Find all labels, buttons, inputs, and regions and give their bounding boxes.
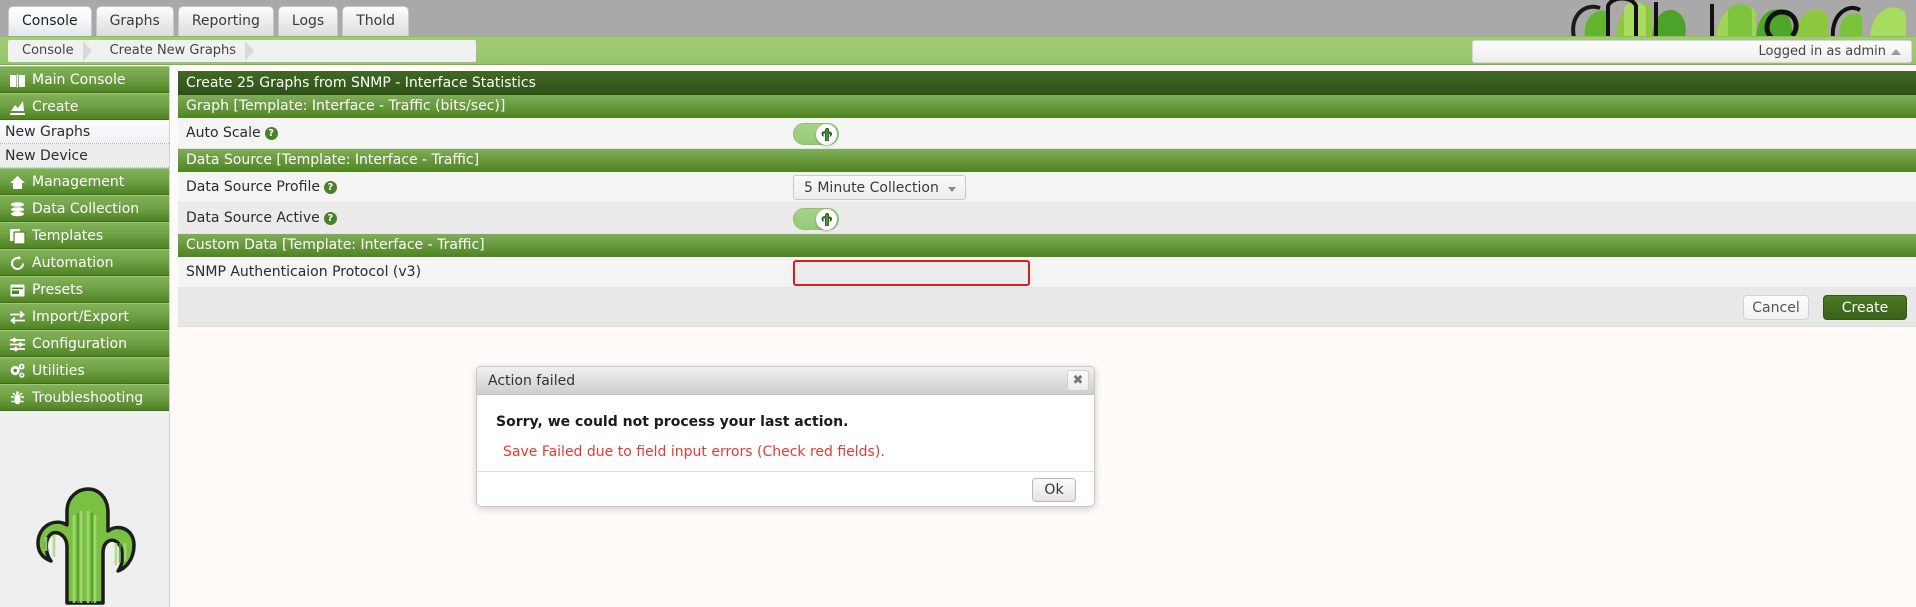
toggle-knob — [816, 123, 837, 145]
dialog-footer: Ok — [477, 471, 1094, 507]
copy-icon — [9, 228, 26, 245]
logged-in-user-menu[interactable]: Logged in as admin — [1472, 40, 1912, 63]
chevron-down-icon — [947, 187, 956, 192]
tab-logs[interactable]: Logs — [277, 6, 339, 36]
form-action-bar: Cancel Create — [178, 288, 1916, 327]
book-icon — [9, 72, 26, 89]
chevron-up-icon — [1891, 48, 1901, 55]
data-source-profile-select[interactable]: 5 Minute Collection — [793, 175, 966, 200]
action-failed-dialog: Action failed ✖ Sorry, we could not proc… — [476, 366, 1095, 507]
sliders-icon — [9, 336, 26, 353]
section-header-graph: Graph [Template: Interface - Traffic (bi… — [178, 95, 1916, 118]
data-source-active-label: Data Source Active? — [186, 203, 337, 234]
window-icon — [9, 282, 26, 299]
data-source-active-toggle[interactable] — [793, 207, 839, 230]
row-label-text: Data Source Active — [186, 210, 320, 226]
create-graphs-panel: Create 25 Graphs from SNMP - Interface S… — [178, 71, 1916, 327]
section-header-custom-data: Custom Data [Template: Interface - Traff… — [178, 234, 1916, 257]
sidebar-item-label: Management — [32, 174, 125, 190]
cactus-icon — [821, 212, 832, 226]
form-row-data-source-active: Data Source Active? — [178, 203, 1916, 234]
form-row-snmp-auth-protocol: SNMP Authenticaion Protocol (v3) — [178, 257, 1916, 288]
snmp-auth-protocol-label: SNMP Authenticaion Protocol (v3) — [186, 264, 422, 280]
cactus-icon — [821, 127, 832, 141]
refresh-icon — [9, 255, 26, 272]
breadcrumb: Console Create New Graphs — [8, 40, 476, 62]
sidebar-item-data-collection[interactable]: Data Collection — [0, 195, 169, 222]
tab-reporting[interactable]: Reporting — [177, 6, 274, 36]
sidebar-item-presets[interactable]: Presets — [0, 276, 169, 303]
help-icon[interactable]: ? — [264, 126, 278, 140]
main-tabs[interactable]: Console Graphs Reporting Logs Thold — [8, 6, 409, 36]
gears-icon — [9, 363, 26, 380]
cactus-banner-image — [1456, 0, 1916, 36]
dialog-header: Action failed ✖ — [477, 367, 1094, 395]
tab-thold[interactable]: Thold — [342, 6, 409, 36]
form-row-auto-scale: Auto Scale? — [178, 118, 1916, 149]
cancel-button[interactable]: Cancel — [1743, 295, 1809, 320]
cactus-logo — [0, 479, 169, 607]
sidebar-item-new-graphs[interactable]: New Graphs — [0, 120, 169, 144]
dialog-error-message: Save Failed due to field input errors (C… — [503, 444, 885, 460]
sidebar-item-label: Configuration — [32, 336, 127, 352]
sidebar-item-configuration[interactable]: Configuration — [0, 330, 169, 357]
sidebar-item-create[interactable]: Create — [0, 93, 169, 120]
sidebar-item-label: Templates — [32, 228, 104, 244]
auto-scale-label: Auto Scale? — [186, 118, 278, 149]
help-icon[interactable]: ? — [323, 211, 337, 225]
snmp-auth-protocol-control — [793, 257, 1030, 288]
chart-icon — [9, 99, 26, 116]
sidebar-item-label: Automation — [32, 255, 114, 271]
create-button[interactable]: Create — [1823, 295, 1907, 320]
tab-console[interactable]: Console — [8, 6, 92, 36]
auto-scale-control — [793, 118, 839, 149]
sidebar-item-import-export[interactable]: Import/Export — [0, 303, 169, 330]
data-source-profile-label: Data Source Profile? — [186, 172, 337, 203]
sidebar-item-label: Presets — [32, 282, 83, 298]
select-value: 5 Minute Collection — [804, 180, 939, 196]
database-icon — [9, 201, 26, 218]
sidebar-item-main-console[interactable]: Main Console — [0, 66, 169, 93]
ok-button[interactable]: Ok — [1032, 478, 1076, 502]
sidebar-item-templates[interactable]: Templates — [0, 222, 169, 249]
row-label-text: Auto Scale — [186, 125, 261, 141]
row-label-text: Data Source Profile — [186, 179, 320, 195]
bug-icon — [9, 390, 26, 407]
sidebar-item-automation[interactable]: Automation — [0, 249, 169, 276]
dialog-message: Sorry, we could not process your last ac… — [496, 414, 849, 430]
logged-in-label: Logged in as admin — [1758, 44, 1886, 59]
auto-scale-toggle[interactable] — [793, 122, 839, 145]
form-row-data-source-profile: Data Source Profile? 5 Minute Collection — [178, 172, 1916, 203]
sidebar-item-label: Import/Export — [32, 309, 130, 325]
tab-graphs[interactable]: Graphs — [95, 6, 174, 36]
sidebar-item-management[interactable]: Management — [0, 168, 169, 195]
sidebar-item-label: Create — [32, 99, 79, 115]
dialog-title: Action failed — [488, 373, 576, 389]
sidebar: Main Console Create New Graphs New Devic… — [0, 66, 170, 607]
sidebar-item-label: Main Console — [32, 72, 126, 88]
exchange-icon — [9, 309, 26, 326]
main-content: Create 25 Graphs from SNMP - Interface S… — [171, 66, 1916, 607]
breadcrumb-bar: Console Create New Graphs Logged in as a… — [0, 36, 1916, 65]
close-icon[interactable]: ✖ — [1067, 370, 1089, 391]
sidebar-item-label: Troubleshooting — [32, 390, 144, 406]
help-icon[interactable]: ? — [323, 180, 337, 194]
sidebar-item-new-device[interactable]: New Device — [0, 144, 169, 168]
sidebar-item-troubleshooting[interactable]: Troubleshooting — [0, 384, 169, 411]
breadcrumb-item-console[interactable]: Console — [8, 40, 96, 62]
toggle-knob — [816, 208, 837, 230]
page-title: Create 25 Graphs from SNMP - Interface S… — [178, 71, 1916, 95]
top-tab-bar: Console Graphs Reporting Logs Thold — [0, 0, 1916, 36]
sidebar-item-label: Utilities — [32, 363, 85, 379]
sidebar-item-utilities[interactable]: Utilities — [0, 357, 169, 384]
sidebar-item-label: Data Collection — [32, 201, 140, 217]
data-source-active-control — [793, 203, 839, 234]
snmp-auth-protocol-input[interactable] — [793, 259, 1030, 286]
dialog-body: Sorry, we could not process your last ac… — [477, 395, 1094, 471]
breadcrumb-item-create-new-graphs[interactable]: Create New Graphs — [96, 40, 258, 62]
home-icon — [9, 174, 26, 191]
section-header-data-source: Data Source [Template: Interface - Traff… — [178, 149, 1916, 172]
data-source-profile-control: 5 Minute Collection — [793, 172, 966, 203]
